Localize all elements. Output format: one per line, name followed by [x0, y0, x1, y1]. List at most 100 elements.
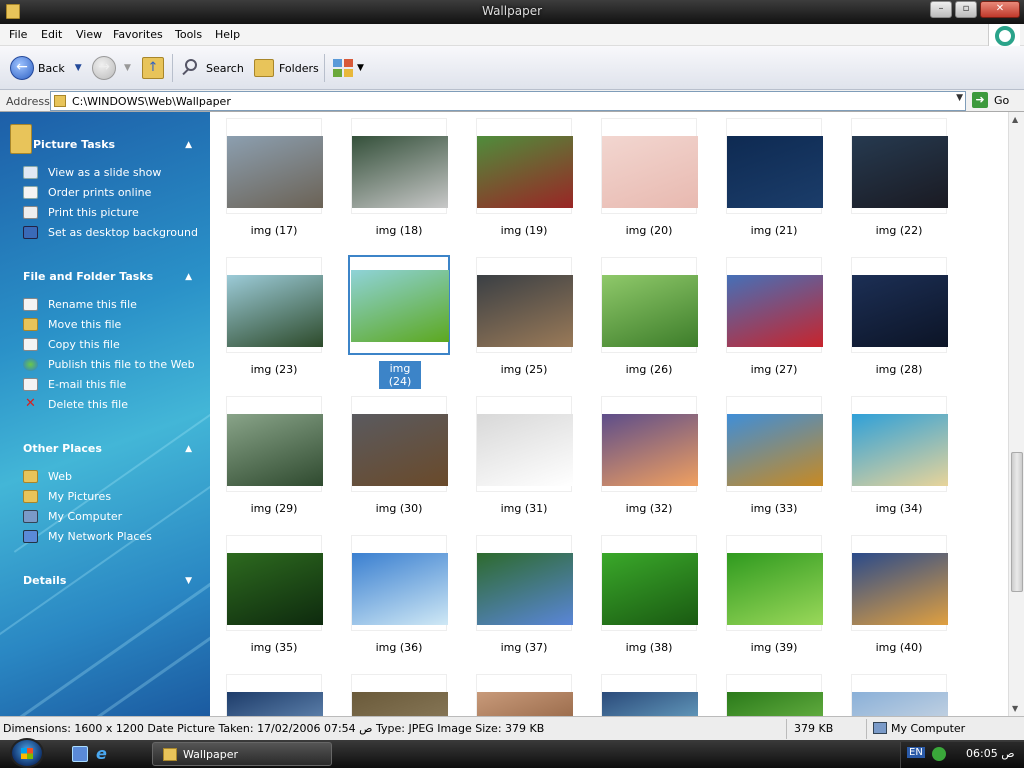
- thumbnail[interactable]: [726, 674, 823, 716]
- thumbnail[interactable]: [851, 674, 948, 716]
- task-order-prints[interactable]: Order prints online: [23, 186, 151, 199]
- task-move[interactable]: Move this file: [23, 318, 121, 331]
- show-desktop-icon[interactable]: [72, 746, 88, 762]
- place-web[interactable]: Web: [23, 470, 72, 483]
- thumbnail[interactable]: [476, 118, 573, 214]
- place-my-computer[interactable]: My Computer: [23, 510, 122, 523]
- scroll-up-icon[interactable]: ▲: [1012, 115, 1018, 124]
- rename-icon: [23, 298, 38, 311]
- thumbnail[interactable]: [476, 396, 573, 492]
- thumbnail[interactable]: [851, 118, 948, 214]
- thumbnail[interactable]: [476, 674, 573, 716]
- thumbnail[interactable]: [351, 118, 448, 214]
- menu-edit[interactable]: Edit: [41, 28, 62, 41]
- views-icon: [332, 58, 354, 78]
- menu-help[interactable]: Help: [215, 28, 240, 41]
- search-button[interactable]: Search: [180, 54, 244, 82]
- address-field[interactable]: C:\WINDOWS\Web\Wallpaper ▼: [50, 91, 966, 111]
- menu-view[interactable]: View: [76, 28, 102, 41]
- file-name: img (33): [750, 502, 798, 515]
- thumbnail[interactable]: [601, 257, 698, 353]
- thumbnail[interactable]: [851, 257, 948, 353]
- task-publish[interactable]: Publish this file to the Web: [23, 358, 195, 371]
- file-tasks-header[interactable]: File and Folder Tasks: [23, 270, 153, 283]
- vertical-scrollbar[interactable]: ▲ ▼: [1008, 112, 1024, 716]
- internet-explorer-icon[interactable]: e: [96, 746, 112, 762]
- file-name: img (19): [500, 224, 548, 237]
- thumbnail[interactable]: [351, 674, 448, 716]
- file-name: img (23): [250, 363, 298, 376]
- thumbnail[interactable]: [601, 674, 698, 716]
- thumbnail[interactable]: [476, 535, 573, 631]
- language-indicator[interactable]: EN: [907, 747, 925, 758]
- back-button[interactable]: ← Back ▼: [10, 54, 82, 82]
- thumbnail[interactable]: [726, 535, 823, 631]
- task-rename[interactable]: Rename this file: [23, 298, 137, 311]
- forward-button[interactable]: → ▼: [92, 54, 131, 82]
- thumbnail[interactable]: [348, 255, 450, 355]
- menu-tools[interactable]: Tools: [175, 28, 202, 41]
- thumbnail[interactable]: [351, 396, 448, 492]
- scroll-thumb[interactable]: [1011, 452, 1023, 592]
- file-name: img (40): [875, 641, 923, 654]
- thumbnail-image: [227, 275, 323, 347]
- folders-button[interactable]: Folders: [254, 54, 319, 82]
- thumbnail[interactable]: [351, 535, 448, 631]
- thumbnail-image: [227, 692, 323, 716]
- collapse-icon[interactable]: ▲: [185, 140, 192, 150]
- thumbnail-image: [477, 275, 573, 347]
- task-email[interactable]: E-mail this file: [23, 378, 126, 391]
- place-my-pictures[interactable]: My Pictures: [23, 490, 111, 503]
- thumbnail[interactable]: [726, 118, 823, 214]
- minimize-button[interactable]: –: [930, 1, 952, 18]
- task-print[interactable]: Print this picture: [23, 206, 139, 219]
- thumbnail[interactable]: [601, 535, 698, 631]
- place-network[interactable]: My Network Places: [23, 530, 152, 543]
- task-delete[interactable]: ✕ Delete this file: [23, 397, 128, 411]
- globe-icon: [23, 358, 38, 371]
- thumbnail[interactable]: [226, 674, 323, 716]
- network-status-icon[interactable]: [932, 747, 946, 761]
- collapse-icon[interactable]: ▲: [185, 272, 192, 282]
- thumbnail[interactable]: [851, 396, 948, 492]
- maximize-button[interactable]: ▫: [955, 1, 977, 18]
- file-name: img (25): [500, 363, 548, 376]
- close-button[interactable]: ✕: [980, 1, 1020, 18]
- back-dropdown-icon[interactable]: ▼: [75, 63, 82, 73]
- go-button[interactable]: ➜ Go: [972, 92, 1009, 108]
- file-name: img (29): [250, 502, 298, 515]
- thumbnail[interactable]: [476, 257, 573, 353]
- task-set-background[interactable]: Set as desktop background: [23, 226, 198, 239]
- thumbnail-image: [602, 414, 698, 486]
- forward-dropdown-icon[interactable]: ▼: [124, 63, 131, 73]
- thumbnail[interactable]: [726, 257, 823, 353]
- folders-label: Folders: [279, 61, 319, 75]
- thumbnail[interactable]: [226, 535, 323, 631]
- task-copy[interactable]: Copy this file: [23, 338, 120, 351]
- thumbnail[interactable]: [851, 535, 948, 631]
- thumbnail[interactable]: [226, 257, 323, 353]
- picture-tasks-header[interactable]: Picture Tasks: [33, 138, 115, 151]
- up-folder-button[interactable]: ↑: [142, 54, 164, 82]
- thumbnail[interactable]: [726, 396, 823, 492]
- address-dropdown-icon[interactable]: ▼: [956, 93, 963, 103]
- menu-favorites[interactable]: Favorites: [113, 28, 163, 41]
- views-button[interactable]: ▼: [332, 54, 364, 82]
- thumbnail[interactable]: [601, 396, 698, 492]
- task-slideshow[interactable]: View as a slide show: [23, 166, 161, 179]
- details-header[interactable]: Details: [23, 574, 66, 587]
- thumbnail[interactable]: [226, 396, 323, 492]
- collapse-icon[interactable]: ▲: [185, 444, 192, 454]
- expand-icon[interactable]: ▼: [185, 576, 192, 586]
- thumbnail-image: [852, 414, 948, 486]
- forward-arrow-icon: →: [92, 56, 116, 80]
- scroll-down-icon[interactable]: ▼: [1012, 704, 1018, 713]
- taskbar-item-wallpaper[interactable]: Wallpaper: [152, 742, 332, 766]
- thumbnail[interactable]: [226, 118, 323, 214]
- thumbnail-image: [477, 136, 573, 208]
- other-places-header[interactable]: Other Places: [23, 442, 102, 455]
- menu-file[interactable]: File: [9, 28, 27, 41]
- start-button[interactable]: [10, 738, 44, 768]
- clock[interactable]: 06:05 ص: [966, 747, 1015, 760]
- thumbnail[interactable]: [601, 118, 698, 214]
